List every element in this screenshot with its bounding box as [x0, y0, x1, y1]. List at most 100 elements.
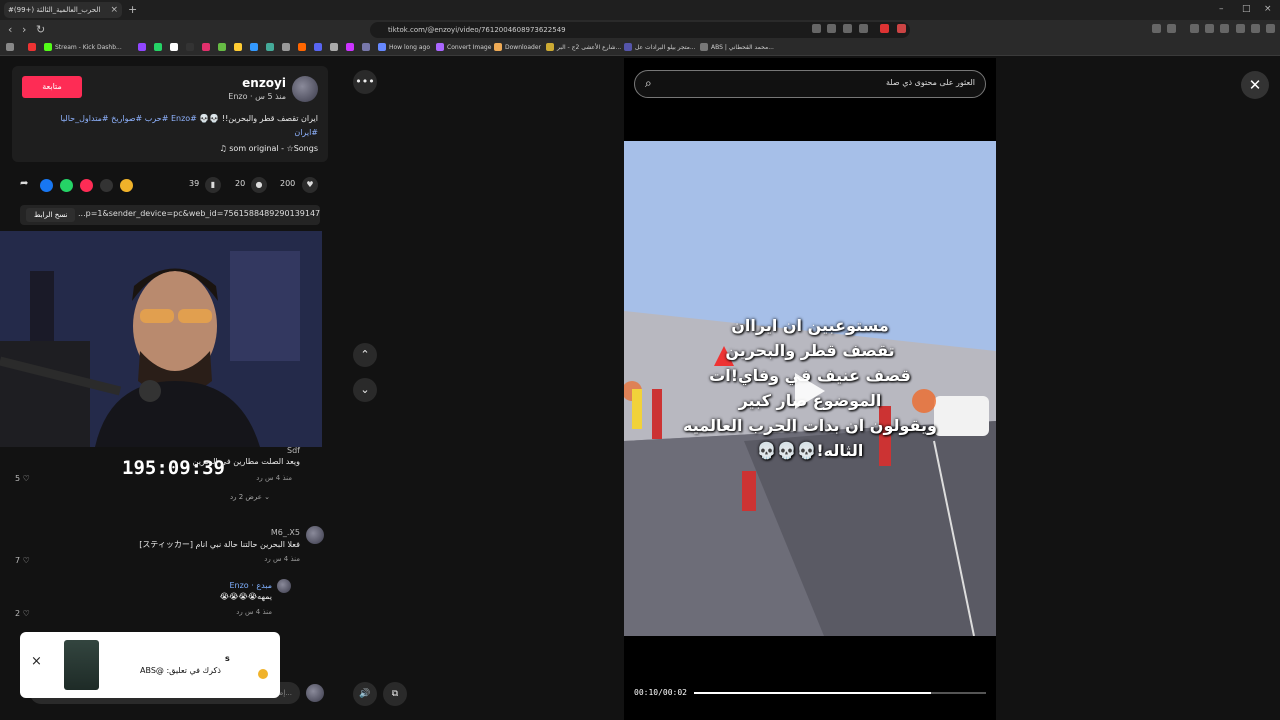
video-time: 00:10/00:02 — [634, 688, 687, 697]
comment-likes[interactable]: 2 ♡ — [15, 609, 30, 618]
bookmark-0[interactable]: Stream - Kick Dashb... — [44, 43, 122, 51]
bookmark-icon[interactable] — [330, 43, 338, 51]
active-tab[interactable]: #الحرب_العالمية_الثالثة (+99) × — [4, 2, 122, 18]
bookmark-3[interactable]: Downloader — [494, 43, 541, 51]
comment-author[interactable]: Enzo · مبدع — [229, 581, 272, 590]
notification-close-icon[interactable]: × — [31, 654, 42, 669]
embed-icon[interactable] — [100, 179, 113, 192]
bookmark-icon[interactable] — [250, 43, 258, 51]
copy-link-button[interactable]: نسخ الرابط — [26, 208, 76, 222]
notification-thumbnail — [64, 640, 99, 690]
tiktok-share-icon[interactable] — [80, 179, 93, 192]
whatsapp-share-icon[interactable] — [60, 179, 73, 192]
mention-notification[interactable]: × s ذكرك في تعليق: @ABS — [20, 632, 280, 698]
comment-meta[interactable]: منذ 4 س رد — [256, 474, 292, 482]
brave-rewards-icon[interactable] — [897, 24, 906, 33]
new-tab-button[interactable]: + — [128, 3, 137, 16]
close-video-button[interactable]: ✕ — [1241, 71, 1269, 99]
share-icon[interactable] — [859, 24, 868, 33]
bookmark-icon[interactable] — [28, 43, 36, 51]
ai-icon[interactable] — [1236, 24, 1245, 33]
next-video-button[interactable]: ⌄ — [353, 378, 377, 402]
bookmark-icon[interactable] — [170, 43, 178, 51]
play-icon[interactable] — [795, 373, 825, 409]
bookmark-icon[interactable] — [234, 43, 242, 51]
back-icon[interactable]: ‹ — [8, 23, 12, 36]
comment-likes[interactable]: 5 ♡ — [15, 474, 30, 483]
minimize-button[interactable]: – — [1219, 4, 1224, 14]
forward-icon[interactable]: › — [22, 23, 26, 36]
sound-link[interactable]: ♫ som original - ☆Songs — [220, 144, 318, 153]
bookmark-2[interactable]: Convert Image — [436, 43, 491, 51]
likes-count: 200 — [280, 179, 296, 188]
menu-icon[interactable] — [1266, 24, 1275, 33]
bookmark-icon[interactable] — [154, 43, 162, 51]
previous-video-button[interactable]: ⌃ — [353, 343, 377, 367]
bookmark-icon[interactable] — [218, 43, 226, 51]
comment-likes[interactable]: 7 ♡ — [15, 556, 30, 565]
facebook-share-icon[interactable] — [40, 179, 53, 192]
extension-icon[interactable] — [812, 24, 821, 33]
share-arrow-icon[interactable]: ➦ — [20, 178, 28, 189]
bookmark-6[interactable]: ABS | محمد القحطاني... — [700, 43, 774, 51]
bookmark-icon[interactable] — [186, 43, 194, 51]
bookmark-icon[interactable] — [266, 43, 274, 51]
bookmark-icon[interactable] — [298, 43, 306, 51]
bookmark-5[interactable]: متجر بيلو البرادات عل... — [624, 43, 696, 51]
wallet-icon[interactable] — [1220, 24, 1229, 33]
notification-text: ذكرك في تعليق: @ABS — [140, 666, 221, 675]
maximize-button[interactable]: □ — [1242, 4, 1251, 14]
post-actions: ➦ 39 ▮ 20 ● 200 ♥ — [18, 175, 324, 195]
heart-icon[interactable]: ♥ — [302, 177, 318, 193]
bookmark-icon[interactable] — [138, 43, 146, 51]
comment-avatar[interactable] — [277, 579, 291, 593]
video-frame[interactable]: مستوعبين ان ايراان تقصف قطر والبحرين قصف… — [624, 141, 996, 636]
author-username[interactable]: enzoyi — [242, 76, 286, 90]
follow-button[interactable]: متابعة — [22, 76, 82, 98]
picture-in-picture-button[interactable]: ⧉ — [383, 682, 407, 706]
progress-bar[interactable] — [694, 692, 986, 694]
apps-icon[interactable] — [6, 43, 14, 51]
bookmark-icon[interactable] — [282, 43, 290, 51]
bookmark-icon[interactable] — [346, 43, 354, 51]
bookmark-icon[interactable] — [202, 43, 210, 51]
close-window-button[interactable]: × — [1264, 4, 1272, 14]
comment-meta[interactable]: منذ 4 س رد — [236, 608, 272, 616]
tab-bar: #الحرب_العالمية_الثالثة (+99) × + – □ × — [0, 0, 1280, 20]
caption-hashtag[interactable]: #ايران — [294, 128, 318, 137]
bookmark-4[interactable]: شارع الأعشى 2ج - البر... — [546, 43, 621, 51]
caption-hashtags[interactable]: #Enzo #حرب #صواريخ #متداول_حاليا — [60, 114, 196, 123]
bookmark-1[interactable]: How long ago — [378, 43, 430, 51]
more-options-button[interactable]: ••• — [353, 70, 377, 94]
my-avatar[interactable] — [306, 684, 324, 702]
screenshot-icon[interactable] — [1167, 24, 1176, 33]
bookmark-icon[interactable] — [362, 43, 370, 51]
reload-icon[interactable]: ↻ — [36, 23, 45, 36]
vpn-icon[interactable] — [1251, 24, 1260, 33]
cast-icon[interactable] — [843, 24, 852, 33]
share-link-text[interactable]: ...p=1&sender_device=pc&web_id=756158848… — [78, 209, 320, 218]
comment-icon[interactable]: ● — [251, 177, 267, 193]
sidebar-icon[interactable] — [1205, 24, 1214, 33]
bookmark-icon[interactable] — [314, 43, 322, 51]
video-player[interactable]: ⌕ العثور على محتوى ذي صلة مستوعبين ان اي… — [624, 58, 996, 720]
comment-text: يمهه😭😭😭😭 — [219, 592, 272, 601]
bookmark-icon[interactable]: ▮ — [205, 177, 221, 193]
comment-author[interactable]: M6_.X5 — [271, 528, 300, 537]
related-search-input[interactable]: ⌕ العثور على محتوى ذي صلة — [634, 70, 986, 98]
author-avatar[interactable] — [292, 76, 318, 102]
zoom-icon[interactable] — [827, 24, 836, 33]
search-icon: ⌕ — [645, 76, 652, 90]
extensions-puzzle-icon[interactable] — [1152, 24, 1161, 33]
progress-fill — [694, 692, 931, 694]
coin-icon[interactable] — [120, 179, 133, 192]
volume-button[interactable]: 🔊 — [353, 682, 377, 706]
view-replies-button[interactable]: عرض 2 رد ⌄ — [230, 493, 270, 501]
tab-close-icon[interactable]: × — [110, 5, 118, 15]
comment-avatar[interactable] — [306, 526, 324, 544]
brave-shield-icon[interactable] — [880, 24, 889, 33]
comment-author[interactable]: Sdf — [287, 446, 300, 455]
playlist-icon[interactable] — [1190, 24, 1199, 33]
webcam-image — [0, 231, 322, 447]
comment-meta[interactable]: منذ 4 س رد — [264, 555, 300, 563]
